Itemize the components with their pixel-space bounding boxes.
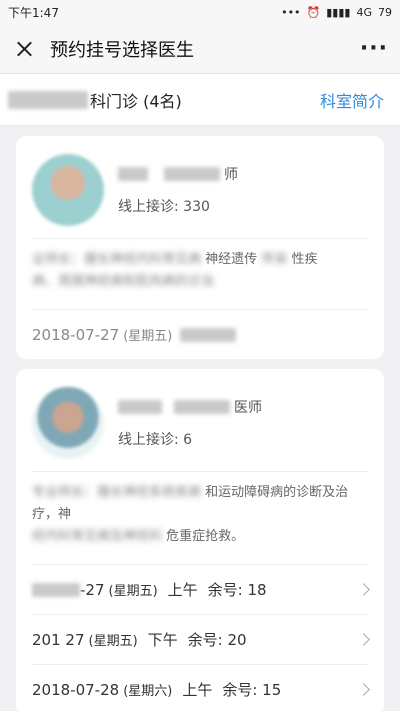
slot-period: 上午 (167, 581, 198, 599)
blurred-text (118, 167, 148, 181)
department-header: 科门诊 (4名) 科室简介 (0, 74, 400, 126)
doctor-specialty: 专业特长：擅长神经系统疾病 和运动障碍病的诊断及治疗，神 经内科常见病及神经科 … (32, 471, 368, 564)
blurred-text (174, 400, 230, 414)
battery-label: 79 (378, 5, 392, 19)
alarm-icon: ⏰ (306, 5, 321, 19)
chevron-right-icon (357, 633, 370, 646)
doctor-name: 医师 (118, 397, 262, 417)
doctor-title: 师 (224, 167, 238, 183)
slot-date: 2018-07-28 (32, 680, 120, 699)
slot-remaining: 余号: 18 (207, 581, 267, 599)
doctor-consult-count: 线上接诊: 6 (118, 432, 193, 448)
blurred-text: 传染 (261, 252, 288, 267)
doctor-avatar (32, 387, 104, 459)
doctor-consult-count: 线上接诊: 330 (118, 199, 210, 215)
chevron-right-icon (357, 683, 370, 696)
blurred-text (180, 327, 237, 342)
slot-period: 上午 (182, 681, 213, 699)
slot-date: 201 27 (32, 630, 85, 649)
network-label: 4G (356, 5, 372, 19)
doctor-specialty: 业特长：擅长神经内科常见病 神经遗传 传染 性疾 病、周围神经病和肌肉病的诊治 (32, 238, 368, 309)
more-menu-button[interactable]: ··· (360, 36, 388, 61)
blurred-text: 专业特长：擅长神经系统疾病 (32, 485, 202, 500)
title-bar: 预约挂号选择医生 ··· (0, 24, 400, 74)
doctor-info: 医师 线上接诊: 6 (118, 387, 262, 449)
doctor-name: 师 (118, 164, 238, 184)
department-intro-link[interactable]: 科室简介 (320, 88, 384, 112)
blurred-text (32, 582, 80, 597)
blurred-text: 病、周围神经病和肌肉病的诊治 (32, 274, 215, 289)
specialty-text: 神经遗传 (205, 252, 258, 267)
specialty-text-tail: 性疾 (291, 252, 318, 267)
blurred-text (8, 90, 88, 109)
slot-date: -27 (80, 580, 105, 599)
status-icons: ••• ⏰ ▮▮▮▮ 4G 79 (281, 6, 392, 19)
blurred-text: 业特长：擅长神经内科常见病 (32, 252, 202, 267)
slot-weekday: (星期五) (123, 329, 173, 344)
slot-weekday: (星期六) (123, 684, 173, 699)
schedule-slot[interactable]: -27 (星期五) 上午 余号: 18 (32, 564, 370, 614)
blurred-text: 经内科常见病及神经科 (32, 529, 163, 544)
doctor-info: 师 线上接诊: 330 (118, 154, 238, 216)
blurred-text (118, 400, 162, 414)
status-time: 下午1:47 (8, 5, 59, 20)
signal-icon: ▮▮▮▮ (326, 5, 351, 19)
doctor-header: 医师 线上接诊: 6 (16, 369, 384, 471)
slot-weekday: (星期五) (108, 584, 158, 599)
doctor-header: 师 线上接诊: 330 (16, 136, 384, 238)
status-bar: 下午1:47 ••• ⏰ ▮▮▮▮ 4G 79 (0, 0, 400, 24)
department-count-label: 科门诊 (4名) (90, 91, 182, 111)
close-icon[interactable] (12, 37, 36, 61)
schedule-slot[interactable]: 2018-07-27 (星期五) (32, 309, 368, 359)
blurred-text (164, 167, 220, 181)
chevron-right-icon (357, 583, 370, 596)
doctor-title: 医师 (234, 400, 262, 416)
schedule-slot[interactable]: 2018-07-28 (星期六) 上午 余号: 15 (32, 664, 370, 711)
slot-remaining: 余号: 15 (222, 681, 282, 699)
slot-date: 2018-07-27 (32, 325, 120, 344)
doctor-avatar (32, 154, 104, 226)
department-name: 科门诊 (4名) (8, 88, 182, 112)
dots-icon: ••• (281, 5, 301, 19)
doctor-card[interactable]: 师 线上接诊: 330 业特长：擅长神经内科常见病 神经遗传 传染 性疾 病、周… (16, 136, 384, 359)
page-title: 预约挂号选择医生 (50, 39, 194, 61)
schedule-slot[interactable]: 201 27 (星期五) 下午 余号: 20 (32, 614, 370, 664)
specialty-text-2: 危重症抢救。 (166, 529, 245, 544)
doctor-card[interactable]: 医师 线上接诊: 6 专业特长：擅长神经系统疾病 和运动障碍病的诊断及治疗，神 … (16, 369, 384, 711)
slot-weekday: (星期五) (88, 634, 138, 649)
slot-period: 下午 (147, 631, 178, 649)
slot-remaining: 余号: 20 (187, 631, 247, 649)
